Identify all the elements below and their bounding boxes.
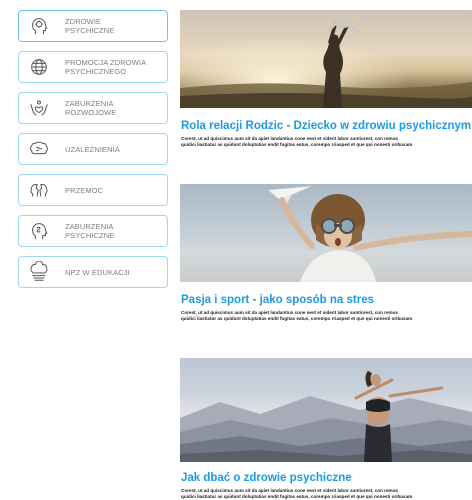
sidebar-item-label: ZDROWIE PSYCHICZNE xyxy=(65,17,115,35)
article-image-aviator-child[interactable] xyxy=(180,184,472,282)
sidebar-item-zdrowie-psychiczne[interactable]: ZDROWIE PSYCHICZNE xyxy=(18,10,168,42)
sidebar-item-przemoc[interactable]: PRZEMOC xyxy=(18,174,168,206)
sidebar-item-label: UZALEŻNIENIA xyxy=(65,144,120,154)
sidebar-item-label: PRZEMOC xyxy=(65,185,104,195)
article-excerpt-line: quidici liastiatur as quidunt doluptatia… xyxy=(181,494,413,499)
globe-icon xyxy=(27,55,51,79)
sidebar-item-label: ZABURZENIA ROZWOJOWE xyxy=(65,99,117,117)
article-image-parent-child[interactable] xyxy=(180,10,472,108)
sidebar-item-label: ZABURZENIA PSYCHICZNE xyxy=(65,222,115,240)
sidebar-item-label: PROMOCJA ZDROWIA PSYCHICZNEGO xyxy=(65,58,147,76)
article-title[interactable]: Pasja i sport - jako sposób na stres xyxy=(181,294,472,306)
article-image-mountain-woman[interactable] xyxy=(180,358,472,462)
sidebar-item-uzaleznienia[interactable]: UZALEŻNIENIA xyxy=(18,133,168,165)
sidebar-item-promocja[interactable]: PROMOCJA ZDROWIA PSYCHICZNEGO xyxy=(18,51,168,83)
sidebar-item-zaburzenia-psychiczne[interactable]: ZABURZENIA PSYCHICZNE xyxy=(18,215,168,247)
hands-heart-icon xyxy=(27,96,51,120)
head-brain-icon xyxy=(27,14,51,38)
brain-icon xyxy=(27,137,51,161)
head-mind-icon xyxy=(27,219,51,243)
article-excerpt-line: quidici liastiatur as quidunt doluptatia… xyxy=(181,142,413,147)
article-card[interactable]: Rola relacji Rodzic - Dziecko w zdrowiu … xyxy=(180,10,472,148)
sidebar-item-npz-w-edukacji[interactable]: NPZ W EDUKACJI xyxy=(18,256,168,288)
article-title[interactable]: Rola relacji Rodzic - Dziecko w zdrowiu … xyxy=(181,120,472,132)
article-card[interactable]: Jak dbać o zdrowie psychiczne Corest, ut… xyxy=(180,358,472,500)
broken-heads-icon xyxy=(27,178,51,202)
article-excerpt-line: quidici liastiatur as quidunt doluptatia… xyxy=(181,316,413,321)
category-sidebar: ZDROWIE PSYCHICZNE PROMOCJA ZDROWIA PSYC… xyxy=(18,10,168,297)
sidebar-item-zaburzenia-rozwojowe[interactable]: ZABURZENIA ROZWOJOWE xyxy=(18,92,168,124)
article-title[interactable]: Jak dbać o zdrowie psychiczne xyxy=(181,472,472,484)
brain-books-icon xyxy=(27,260,51,284)
article-card[interactable]: Pasja i sport - jako sposób na stres Cor… xyxy=(180,184,472,322)
sidebar-item-label: NPZ W EDUKACJI xyxy=(65,267,130,277)
